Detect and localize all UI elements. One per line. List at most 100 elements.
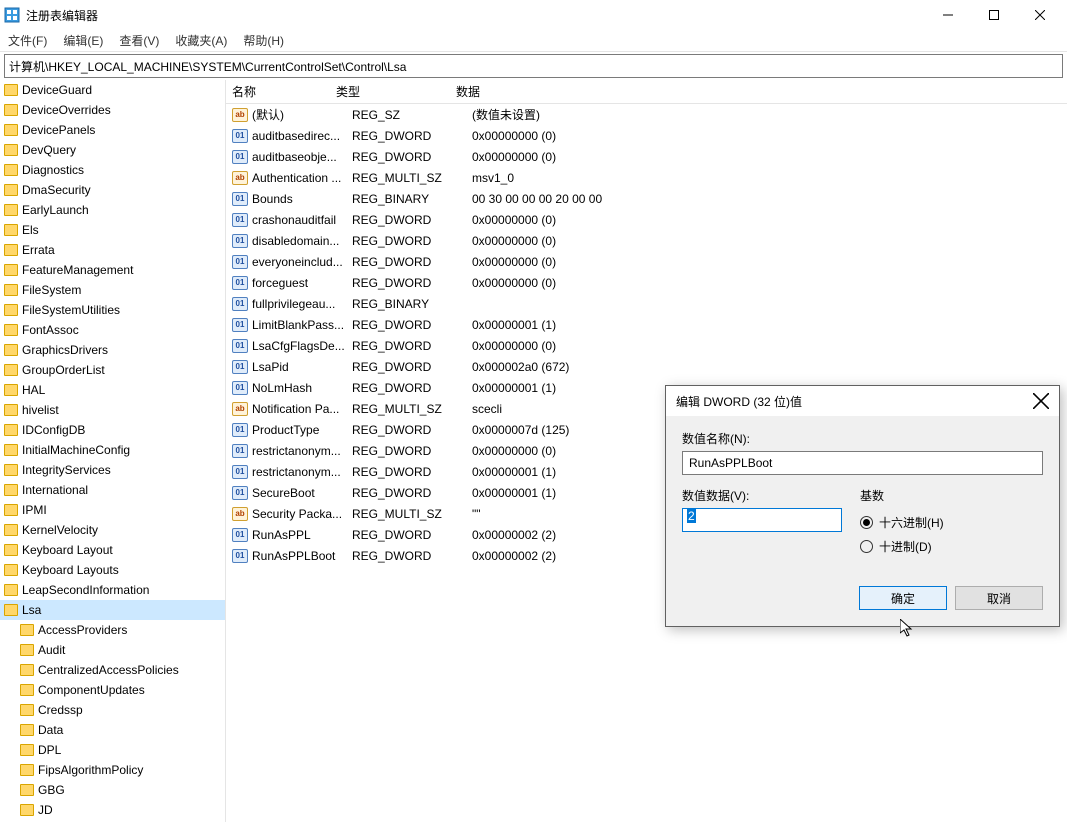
tree-item[interactable]: FeatureManagement <box>0 260 225 280</box>
value-type: REG_DWORD <box>352 549 472 563</box>
list-row[interactable]: abAuthentication ...REG_MULTI_SZmsv1_0 <box>226 167 1067 188</box>
binary-value-icon: 01 <box>232 276 248 290</box>
value-type: REG_MULTI_SZ <box>352 171 472 185</box>
tree-item[interactable]: Keyboard Layouts <box>0 560 225 580</box>
tree-item[interactable]: IntegrityServices <box>0 460 225 480</box>
value-name: Notification Pa... <box>252 402 352 416</box>
value-type: REG_BINARY <box>352 297 472 311</box>
tree-item-label: Els <box>22 223 39 237</box>
list-row[interactable]: 01forceguestREG_DWORD0x00000000 (0) <box>226 272 1067 293</box>
menu-edit[interactable]: 编辑(E) <box>63 32 103 49</box>
value-name-input[interactable] <box>682 451 1043 475</box>
value-name: restrictanonym... <box>252 444 352 458</box>
column-type[interactable]: 类型 <box>336 83 456 100</box>
tree-item-label: DPL <box>38 743 61 757</box>
tree-item[interactable]: Errata <box>0 240 225 260</box>
list-row[interactable]: 01auditbasedirec...REG_DWORD0x00000000 (… <box>226 125 1067 146</box>
tree-item[interactable]: IDConfigDB <box>0 420 225 440</box>
tree-item-selected[interactable]: Lsa <box>0 600 225 620</box>
value-name: (默认) <box>252 106 352 123</box>
tree-item[interactable]: IPMI <box>0 500 225 520</box>
list-row[interactable]: 01LsaCfgFlagsDe...REG_DWORD0x00000000 (0… <box>226 335 1067 356</box>
list-row[interactable]: 01disabledomain...REG_DWORD0x00000000 (0… <box>226 230 1067 251</box>
maximize-button[interactable] <box>971 0 1017 30</box>
menu-favorites[interactable]: 收藏夹(A) <box>175 32 227 49</box>
value-name: LsaCfgFlagsDe... <box>252 339 352 353</box>
tree-item-label: HAL <box>22 383 45 397</box>
value-name: Authentication ... <box>252 171 352 185</box>
folder-icon <box>20 664 34 676</box>
tree-item[interactable]: DeviceGuard <box>0 80 225 100</box>
minimize-button[interactable] <box>925 0 971 30</box>
tree-item-label: ComponentUpdates <box>38 683 145 697</box>
tree-item[interactable]: Els <box>0 220 225 240</box>
tree-item[interactable]: Data <box>0 720 225 740</box>
tree-item[interactable]: DmaSecurity <box>0 180 225 200</box>
tree-item[interactable]: DevicePanels <box>0 120 225 140</box>
list-row[interactable]: 01crashonauditfailREG_DWORD0x00000000 (0… <box>226 209 1067 230</box>
binary-value-icon: 01 <box>232 549 248 563</box>
list-row[interactable]: 01everyoneinclud...REG_DWORD0x00000000 (… <box>226 251 1067 272</box>
column-data[interactable]: 数据 <box>456 83 1067 100</box>
radio-hex[interactable]: 十六进制(H) <box>860 510 1043 534</box>
list-row[interactable]: 01auditbaseobje...REG_DWORD0x00000000 (0… <box>226 146 1067 167</box>
tree-item[interactable]: GroupOrderList <box>0 360 225 380</box>
dialog-titlebar[interactable]: 编辑 DWORD (32 位)值 <box>666 386 1059 416</box>
tree-item[interactable]: Credssp <box>0 700 225 720</box>
list-row[interactable]: 01fullprivilegeau...REG_BINARY <box>226 293 1067 314</box>
address-bar[interactable]: 计算机\HKEY_LOCAL_MACHINE\SYSTEM\CurrentCon… <box>4 54 1063 78</box>
folder-icon <box>4 364 18 376</box>
tree-item-label: IntegrityServices <box>22 463 111 477</box>
tree-item[interactable]: GraphicsDrivers <box>0 340 225 360</box>
tree-pane[interactable]: DeviceGuardDeviceOverridesDevicePanelsDe… <box>0 80 226 822</box>
radio-dec[interactable]: 十进制(D) <box>860 534 1043 558</box>
tree-item[interactable]: FileSystem <box>0 280 225 300</box>
tree-item[interactable]: LeapSecondInformation <box>0 580 225 600</box>
tree-item[interactable]: FontAssoc <box>0 320 225 340</box>
dialog-close-button[interactable] <box>1033 393 1049 409</box>
tree-item[interactable]: InitialMachineConfig <box>0 440 225 460</box>
ok-button[interactable]: 确定 <box>859 586 947 610</box>
value-type: REG_DWORD <box>352 150 472 164</box>
binary-value-icon: 01 <box>232 465 248 479</box>
list-row[interactable]: 01LsaPidREG_DWORD0x000002a0 (672) <box>226 356 1067 377</box>
value-data: 0x000002a0 (672) <box>472 360 1067 374</box>
tree-item-label: FontAssoc <box>22 323 79 337</box>
tree-item[interactable]: KernelVelocity <box>0 520 225 540</box>
tree-item[interactable]: DeviceOverrides <box>0 100 225 120</box>
tree-item[interactable]: DPL <box>0 740 225 760</box>
tree-item[interactable]: HAL <box>0 380 225 400</box>
tree-item[interactable]: ComponentUpdates <box>0 680 225 700</box>
list-row[interactable]: 01LimitBlankPass...REG_DWORD0x00000001 (… <box>226 314 1067 335</box>
tree-item[interactable]: JD <box>0 800 225 820</box>
tree-item-label: Keyboard Layout <box>22 543 113 557</box>
tree-item[interactable]: AccessProviders <box>0 620 225 640</box>
menu-help[interactable]: 帮助(H) <box>243 32 284 49</box>
tree-item[interactable]: Keyboard Layout <box>0 540 225 560</box>
value-type: REG_DWORD <box>352 360 472 374</box>
binary-value-icon: 01 <box>232 486 248 500</box>
tree-item-label: FeatureManagement <box>22 263 133 277</box>
menu-view[interactable]: 查看(V) <box>119 32 159 49</box>
tree-item[interactable]: International <box>0 480 225 500</box>
tree-item[interactable]: EarlyLaunch <box>0 200 225 220</box>
column-name[interactable]: 名称 <box>226 83 336 100</box>
tree-item[interactable]: FileSystemUtilities <box>0 300 225 320</box>
tree-item[interactable]: GBG <box>0 780 225 800</box>
binary-value-icon: 01 <box>232 339 248 353</box>
value-data-input[interactable]: 2 <box>682 508 842 532</box>
tree-item[interactable]: Diagnostics <box>0 160 225 180</box>
value-type: REG_DWORD <box>352 444 472 458</box>
tree-item[interactable]: CentralizedAccessPolicies <box>0 660 225 680</box>
close-button[interactable] <box>1017 0 1063 30</box>
menu-file[interactable]: 文件(F) <box>8 32 47 49</box>
cancel-button[interactable]: 取消 <box>955 586 1043 610</box>
value-name: RunAsPPL <box>252 528 352 542</box>
list-row[interactable]: 01BoundsREG_BINARY00 30 00 00 00 20 00 0… <box>226 188 1067 209</box>
list-row[interactable]: ab(默认)REG_SZ(数值未设置) <box>226 104 1067 125</box>
tree-item[interactable]: FipsAlgorithmPolicy <box>0 760 225 780</box>
tree-item[interactable]: hivelist <box>0 400 225 420</box>
tree-item[interactable]: Audit <box>0 640 225 660</box>
folder-icon <box>20 784 34 796</box>
tree-item[interactable]: DevQuery <box>0 140 225 160</box>
